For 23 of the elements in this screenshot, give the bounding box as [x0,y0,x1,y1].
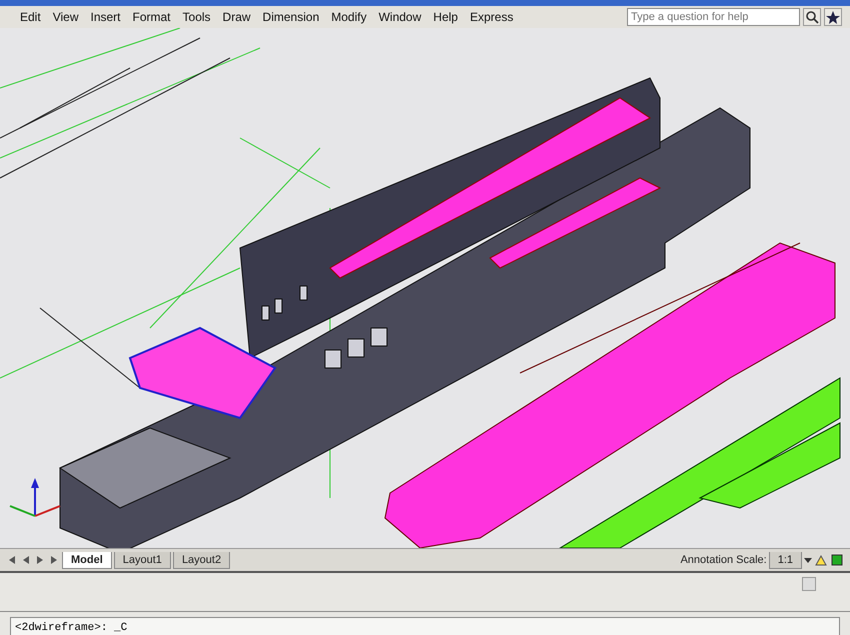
annotation-scale-dropdown[interactable]: 1:1 [768,552,802,568]
layout-tab[interactable]: Layout2 [172,552,230,568]
layout-tab[interactable]: Model [62,552,112,568]
help-search-field[interactable]: Type a question for help [627,8,800,26]
menu-item[interactable]: Window [372,4,428,24]
search-icon[interactable] [803,8,821,26]
menu-item[interactable]: Modify [325,4,373,24]
scroll-bar[interactable] [802,577,816,591]
menu-item[interactable]: Draw [216,4,257,24]
menu-item[interactable]: Format [126,4,177,24]
star-icon[interactable] [824,8,842,26]
menu-item[interactable]: Dimension [256,4,326,24]
layout-tab[interactable]: Layout1 [114,552,171,568]
caret-icon[interactable] [804,556,812,564]
command-line-field[interactable]: <2dwireframe>: _C [10,616,840,635]
menu-item[interactable]: Edit [14,4,47,24]
menu-item[interactable]: Tools [176,4,217,24]
annotation-scale-label: Annotation Scale: [680,554,767,566]
ucs-axis-icon [10,478,60,517]
menu-item[interactable]: View [46,4,84,24]
menu-item[interactable]: Insert [84,4,126,24]
menu-item[interactable]: Express [464,4,520,24]
menu-item[interactable]: Help [427,4,464,24]
